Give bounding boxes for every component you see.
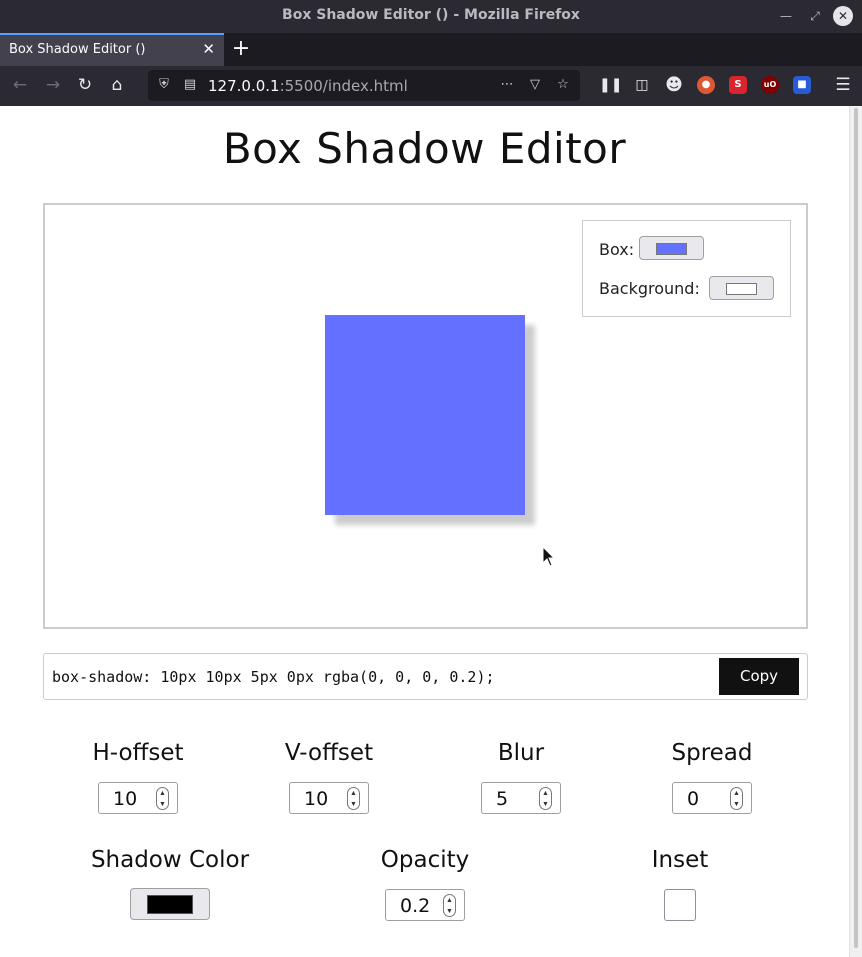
shadow-color-swatch <box>147 895 193 914</box>
h-offset-spinner[interactable]: ▲ ▼ <box>156 787 169 810</box>
more-actions-icon[interactable]: ⋯ <box>497 75 517 95</box>
page-content: Box Shadow Editor Box: Background: box-s… <box>0 106 849 957</box>
colors-panel: Box: Background: <box>582 220 791 317</box>
blur-spinner[interactable]: ▲ ▼ <box>539 787 552 810</box>
blur-input[interactable]: 5 ▲ ▼ <box>481 782 561 814</box>
minimize-icon[interactable]: — <box>777 7 795 25</box>
preview-area: Box: Background: <box>43 203 808 629</box>
page-scrollbar[interactable] <box>849 106 862 957</box>
spin-up-icon[interactable]: ▲ <box>444 895 455 906</box>
mouse-cursor-icon <box>542 545 556 567</box>
box-color-label: Box: <box>599 240 635 259</box>
spin-down-icon[interactable]: ▼ <box>348 799 359 810</box>
background-color-label: Background: <box>599 279 700 298</box>
spread-control: Spread <box>652 740 772 766</box>
inset-label: Inset <box>651 847 709 873</box>
background-color-swatch <box>726 283 757 295</box>
spin-down-icon[interactable]: ▼ <box>731 799 742 810</box>
tab-strip: Box Shadow Editor () ✕ + <box>0 33 862 66</box>
opacity-value: 0.2 <box>400 895 431 917</box>
tab-close-icon[interactable]: ✕ <box>202 40 215 58</box>
opacity-control: Opacity <box>365 847 485 873</box>
spin-up-icon[interactable]: ▲ <box>731 788 742 799</box>
home-icon[interactable]: ⌂ <box>106 74 128 96</box>
shadow-color-control: Shadow Color <box>70 847 270 873</box>
spread-spinner[interactable]: ▲ ▼ <box>730 787 743 810</box>
bookmark-star-icon[interactable]: ☆ <box>553 75 573 95</box>
blur-value: 5 <box>496 788 509 810</box>
shadow-color-picker[interactable] <box>130 888 210 920</box>
v-offset-value: 10 <box>304 788 329 810</box>
url-bar[interactable]: ⛨ ▤ 127.0.0.1:5500/index.html ⋯ ▽ ☆ <box>148 70 580 101</box>
spin-down-icon[interactable]: ▼ <box>157 799 168 810</box>
inset-control: Inset <box>620 847 740 873</box>
box-color-swatch <box>656 243 687 255</box>
box-color-picker[interactable] <box>639 236 704 260</box>
url-path: :5500/index.html <box>279 77 408 95</box>
h-offset-control: H-offset <box>78 740 198 766</box>
duckduckgo-extension-icon[interactable]: ● <box>697 76 715 94</box>
forward-icon[interactable]: → <box>42 74 64 96</box>
preview-box <box>325 315 525 515</box>
blur-control: Blur <box>461 740 581 766</box>
navigation-toolbar: ← → ↻ ⌂ ⛨ ▤ 127.0.0.1:5500/index.html ⋯ … <box>0 66 862 106</box>
css-output-bar: box-shadow: 10px 10px 5px 0px rgba(0, 0,… <box>43 653 808 700</box>
s-extension-icon[interactable]: S <box>729 76 747 94</box>
v-offset-control: V-offset <box>269 740 389 766</box>
back-icon[interactable]: ← <box>9 74 31 96</box>
url-host: 127.0.0.1 <box>208 77 280 95</box>
blur-label: Blur <box>497 740 545 766</box>
v-offset-label: V-offset <box>284 740 374 766</box>
shield-icon[interactable]: ⛨ <box>154 75 174 95</box>
v-offset-spinner[interactable]: ▲ ▼ <box>347 787 360 810</box>
page-title: Box Shadow Editor <box>222 124 627 173</box>
h-offset-label: H-offset <box>92 740 184 766</box>
window-titlebar: Box Shadow Editor () - Mozilla Firefox —… <box>0 0 862 33</box>
inset-checkbox[interactable] <box>664 889 696 921</box>
pocket-icon[interactable]: ▽ <box>525 75 545 95</box>
spin-up-icon[interactable]: ▲ <box>157 788 168 799</box>
spin-down-icon[interactable]: ▼ <box>444 906 455 917</box>
sidebar-icon[interactable]: ◫ <box>631 74 653 96</box>
background-color-picker[interactable] <box>709 276 774 300</box>
page-icon: ▤ <box>183 77 197 92</box>
library-icon[interactable]: ❚❚ <box>599 74 622 96</box>
opacity-spinner[interactable]: ▲ ▼ <box>443 894 456 917</box>
v-offset-input[interactable]: 10 ▲ ▼ <box>289 782 369 814</box>
spread-input[interactable]: 0 ▲ ▼ <box>672 782 752 814</box>
spread-label: Spread <box>671 740 753 766</box>
copy-button[interactable]: Copy <box>719 658 799 695</box>
shadow-color-label: Shadow Color <box>90 847 250 873</box>
spin-up-icon[interactable]: ▲ <box>540 788 551 799</box>
url-text: 127.0.0.1:5500/index.html <box>208 77 408 95</box>
account-icon[interactable]: ☻ <box>663 74 685 96</box>
new-tab-icon[interactable]: + <box>231 36 251 61</box>
spread-value: 0 <box>687 788 700 810</box>
opacity-input[interactable]: 0.2 ▲ ▼ <box>385 889 465 921</box>
window-title: Box Shadow Editor () - Mozilla Firefox <box>282 7 580 23</box>
ublock-extension-icon[interactable]: uO <box>761 76 779 94</box>
h-offset-input[interactable]: 10 ▲ ▼ <box>98 782 178 814</box>
spin-down-icon[interactable]: ▼ <box>540 799 551 810</box>
reload-icon[interactable]: ↻ <box>74 74 96 96</box>
scrollbar-thumb[interactable] <box>854 108 858 948</box>
spin-up-icon[interactable]: ▲ <box>348 788 359 799</box>
menu-icon[interactable]: ☰ <box>832 74 854 96</box>
maximize-icon[interactable]: ⤢ <box>806 7 824 25</box>
extension-icon[interactable]: ■ <box>793 76 811 94</box>
tab-active[interactable]: Box Shadow Editor () ✕ <box>0 33 224 66</box>
h-offset-value: 10 <box>113 788 138 810</box>
opacity-label: Opacity <box>380 847 470 873</box>
close-window-icon[interactable]: ✕ <box>833 6 853 26</box>
css-output-text: box-shadow: 10px 10px 5px 0px rgba(0, 0,… <box>52 668 495 686</box>
tab-label: Box Shadow Editor () <box>9 42 146 57</box>
